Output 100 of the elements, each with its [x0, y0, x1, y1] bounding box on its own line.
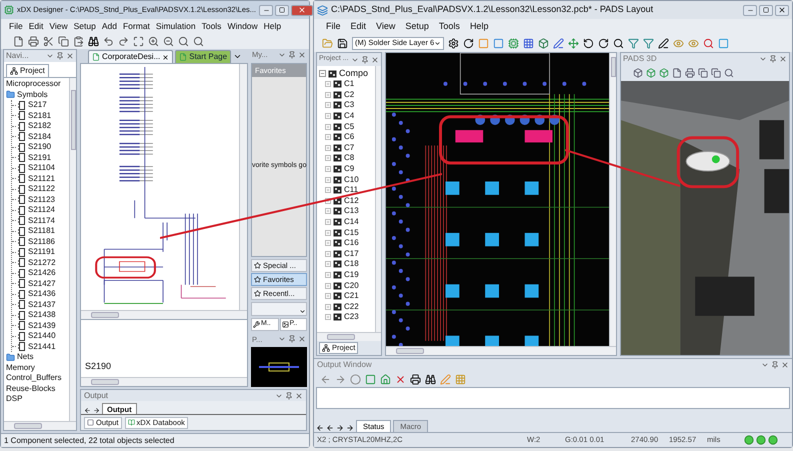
- menu-item[interactable]: Help: [264, 20, 282, 33]
- back-icon[interactable]: [320, 374, 331, 384]
- undo-icon[interactable]: [583, 38, 594, 48]
- tree-item[interactable]: S21174: [28, 214, 55, 227]
- menu-item[interactable]: Edit: [28, 20, 44, 33]
- tree-item[interactable]: C17: [344, 248, 359, 260]
- tree-item[interactable]: Symbols: [17, 88, 48, 101]
- horizontal-scrollbar[interactable]: [317, 332, 381, 341]
- tree-item[interactable]: Reuse-Blocks: [6, 382, 56, 395]
- eye-icon[interactable]: [688, 38, 699, 48]
- tree-item[interactable]: S2191: [28, 152, 52, 164]
- next-icon[interactable]: [336, 424, 344, 432]
- dropdown-icon[interactable]: [299, 308, 306, 316]
- status-light-icon[interactable]: [756, 435, 766, 445]
- tree-item[interactable]: C7: [344, 142, 354, 154]
- tree-item[interactable]: C9: [344, 163, 354, 176]
- tree-item[interactable]: S21123: [28, 194, 55, 206]
- menu-item[interactable]: Edit: [350, 20, 366, 34]
- tree-item[interactable]: C21: [344, 290, 359, 302]
- tree-item[interactable]: S21440: [28, 330, 56, 342]
- pen-icon[interactable]: [658, 38, 669, 48]
- binoculars-icon[interactable]: [88, 36, 99, 47]
- search-icon[interactable]: [613, 38, 624, 48]
- redo-icon[interactable]: [598, 38, 609, 48]
- eye-icon[interactable]: [673, 38, 684, 48]
- zoom-out-icon[interactable]: [163, 36, 174, 47]
- circle-icon[interactable]: [350, 374, 361, 384]
- tree-item[interactable]: S21436: [28, 288, 56, 300]
- previous-icon[interactable]: [84, 407, 91, 414]
- dropdown-icon[interactable]: [233, 52, 242, 61]
- expand-icon[interactable]: [325, 198, 331, 204]
- vertical-scrollbar[interactable]: [239, 64, 247, 310]
- app-icon[interactable]: [317, 4, 328, 16]
- horizontal-scrollbar[interactable]: [81, 377, 247, 386]
- vertical-scrollbar[interactable]: [609, 53, 616, 346]
- menu-item[interactable]: Tools: [438, 20, 460, 34]
- zoom-icon[interactable]: [178, 36, 189, 47]
- tree-item[interactable]: Control_Buffers: [6, 372, 62, 384]
- tree-item[interactable]: C18: [344, 258, 359, 270]
- settings-icon[interactable]: [448, 38, 459, 48]
- menu-item[interactable]: Tools: [202, 20, 222, 33]
- tree-item[interactable]: S21124: [28, 204, 55, 216]
- zoom-icon[interactable]: [193, 36, 204, 47]
- pin-icon[interactable]: [769, 55, 777, 63]
- menu-item[interactable]: Help: [470, 20, 488, 34]
- square-icon[interactable]: [493, 38, 504, 48]
- tree-item[interactable]: C5: [344, 120, 354, 133]
- menu-item[interactable]: View: [49, 20, 68, 33]
- box-icon[interactable]: [538, 38, 549, 48]
- tree-item[interactable]: C6: [344, 131, 354, 144]
- tree-item[interactable]: Memory: [6, 362, 35, 374]
- menu-item[interactable]: Setup: [405, 20, 429, 34]
- forward-icon[interactable]: [335, 374, 346, 384]
- tree-item[interactable]: C3: [344, 99, 354, 112]
- project-tab[interactable]: Project: [6, 64, 49, 77]
- tree-item[interactable]: S21439: [28, 320, 56, 332]
- tree-item[interactable]: S21121: [28, 172, 55, 185]
- tree-item[interactable]: Nets: [17, 351, 34, 364]
- square-icon[interactable]: [365, 374, 376, 384]
- tree-item[interactable]: C22: [344, 300, 359, 313]
- tree-item[interactable]: S21272: [28, 256, 56, 269]
- box-icon[interactable]: [646, 68, 656, 78]
- copy-icon[interactable]: [698, 68, 708, 78]
- pin-icon[interactable]: [56, 52, 64, 60]
- tree-item[interactable]: Compo: [339, 66, 368, 80]
- binoculars-icon[interactable]: [425, 374, 436, 384]
- tree-item[interactable]: C4: [344, 110, 354, 122]
- next-icon[interactable]: [93, 407, 100, 414]
- horizontal-scrollbar[interactable]: [386, 346, 616, 355]
- maximize-icon[interactable]: [279, 7, 286, 13]
- vertical-scrollbar[interactable]: [69, 78, 76, 421]
- tree-item[interactable]: S21426: [28, 267, 56, 280]
- first-icon[interactable]: [316, 424, 324, 432]
- pin-icon[interactable]: [288, 335, 296, 344]
- menu-item[interactable]: Simulation: [156, 20, 196, 33]
- tree-item[interactable]: S21122: [28, 183, 55, 196]
- filter-icon[interactable]: [628, 38, 639, 48]
- book-icon[interactable]: [128, 419, 135, 426]
- tree-item[interactable]: S21438: [28, 309, 56, 322]
- tree-item[interactable]: S21427: [28, 278, 56, 290]
- print-icon[interactable]: [410, 374, 421, 384]
- tree-item[interactable]: C2: [344, 88, 354, 101]
- menu-item[interactable]: View: [376, 20, 396, 34]
- tree-item[interactable]: C19: [344, 268, 359, 281]
- horizontal-scrollbar[interactable]: [4, 421, 76, 430]
- vertical-scrollbar[interactable]: [375, 66, 381, 332]
- box-icon[interactable]: [659, 68, 669, 78]
- tree-item[interactable]: S21181: [28, 225, 55, 238]
- tree-item[interactable]: S2190: [28, 141, 52, 154]
- picture-icon[interactable]: [282, 321, 288, 328]
- tree-item[interactable]: S2184: [28, 130, 52, 143]
- tree-item[interactable]: C23: [344, 311, 359, 324]
- window-icon[interactable]: [87, 419, 94, 426]
- tree-item[interactable]: C13: [344, 205, 359, 218]
- document-icon[interactable]: [92, 53, 100, 61]
- menu-item[interactable]: Window: [227, 20, 258, 33]
- close-icon[interactable]: [162, 54, 170, 60]
- menu-item[interactable]: File: [9, 20, 23, 33]
- document-tab[interactable]: Start Page: [175, 50, 232, 63]
- star-icon[interactable]: [254, 276, 261, 284]
